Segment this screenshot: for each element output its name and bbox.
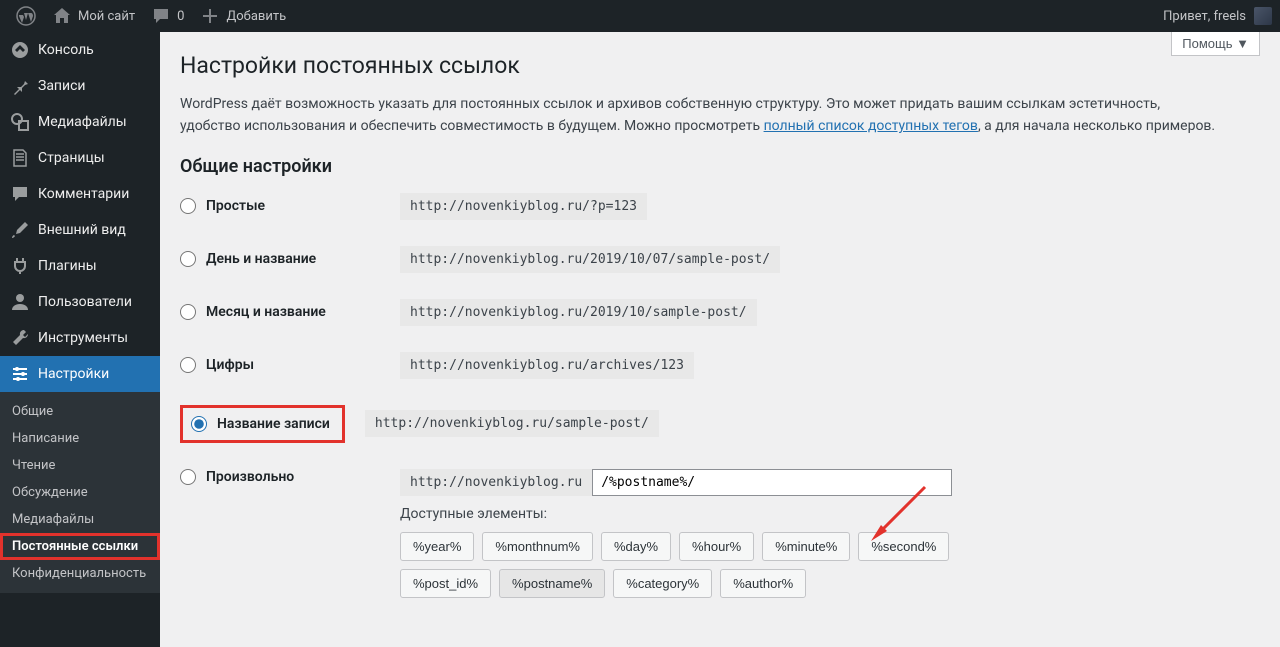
wordpress-icon [16, 6, 36, 26]
menu-users[interactable]: Пользователи [0, 284, 160, 320]
sample-postname: http://novenkiyblog.ru/sample-post/ [365, 410, 659, 437]
available-tags: %year% %monthnum% %day% %hour% %minute% … [400, 532, 1040, 598]
submenu-reading[interactable]: Чтение [0, 452, 160, 479]
option-month-name[interactable]: Месяц и название [180, 304, 380, 320]
greeting[interactable]: Привет, freels [1163, 9, 1246, 24]
sample-month-name: http://novenkiyblog.ru/2019/10/sample-po… [400, 299, 757, 326]
submenu-media[interactable]: Медиафайлы [0, 506, 160, 533]
radio-month-name[interactable] [180, 304, 196, 320]
home-icon [52, 6, 72, 26]
custom-structure-input[interactable] [592, 469, 952, 496]
tag-hour[interactable]: %hour% [679, 532, 754, 561]
submenu-privacy[interactable]: Конфиденциальность [0, 560, 160, 587]
submenu-writing[interactable]: Написание [0, 425, 160, 452]
option-postname[interactable]: Название записи [183, 416, 330, 432]
tag-year[interactable]: %year% [400, 532, 474, 561]
wp-logo[interactable] [8, 0, 44, 32]
radio-day-name[interactable] [180, 251, 196, 267]
menu-label: Внешний вид [38, 222, 126, 238]
radio-plain[interactable] [180, 198, 196, 214]
radio-custom[interactable] [180, 469, 196, 485]
tags-docs-link[interactable]: полный список доступных тегов [764, 118, 978, 134]
sample-plain: http://novenkiyblog.ru/?p=123 [400, 193, 647, 220]
comments-count: 0 [177, 9, 184, 24]
menu-label: Настройки [38, 366, 109, 382]
avatar[interactable] [1254, 7, 1272, 25]
menu-label: Записи [38, 78, 86, 94]
menu-dashboard[interactable]: Консоль [0, 32, 160, 68]
menu-label: Медиафайлы [38, 114, 127, 130]
menu-comments[interactable]: Комментарии [0, 176, 160, 212]
add-new-label: Добавить [226, 9, 286, 24]
submenu-discussion[interactable]: Обсуждение [0, 479, 160, 506]
site-name: Мой сайт [78, 9, 135, 24]
option-numeric[interactable]: Цифры [180, 357, 380, 373]
media-icon [10, 112, 30, 132]
plug-icon [10, 256, 30, 276]
tag-second[interactable]: %second% [858, 532, 949, 561]
comment-icon [151, 6, 171, 26]
brush-icon [10, 220, 30, 240]
menu-tools[interactable]: Инструменты [0, 320, 160, 356]
intro-text: WordPress даёт возможность указать для п… [180, 93, 1220, 138]
menu-label: Плагины [38, 258, 97, 274]
main-content: Помощь ▼ Настройки постоянных ссылок Wor… [160, 32, 1280, 647]
menu-settings[interactable]: Настройки [0, 356, 160, 392]
option-custom[interactable]: Произвольно [180, 469, 380, 485]
settings-submenu: Общие Написание Чтение Обсуждение Медиаф… [0, 392, 160, 593]
comments-link[interactable]: 0 [143, 0, 192, 32]
comment-icon [10, 184, 30, 204]
menu-plugins[interactable]: Плагины [0, 248, 160, 284]
wrench-icon [10, 328, 30, 348]
menu-appearance[interactable]: Внешний вид [0, 212, 160, 248]
custom-url-prefix: http://novenkiyblog.ru [400, 469, 592, 496]
user-icon [10, 292, 30, 312]
add-new-link[interactable]: Добавить [192, 0, 294, 32]
tags-label: Доступные элементы: [400, 506, 1040, 522]
page-title: Настройки постоянных ссылок [180, 52, 1260, 79]
menu-pages[interactable]: Страницы [0, 140, 160, 176]
option-plain[interactable]: Простые [180, 198, 380, 214]
sliders-icon [10, 364, 30, 384]
admin-bar: Мой сайт 0 Добавить Привет, freels [0, 0, 1280, 32]
pin-icon [10, 76, 30, 96]
sample-numeric: http://novenkiyblog.ru/archives/123 [400, 352, 694, 379]
submenu-general[interactable]: Общие [0, 398, 160, 425]
tag-category[interactable]: %category% [613, 569, 712, 598]
menu-label: Комментарии [38, 186, 129, 202]
tag-monthnum[interactable]: %monthnum% [482, 532, 593, 561]
tag-postid[interactable]: %post_id% [400, 569, 491, 598]
submenu-permalinks[interactable]: Постоянные ссылки [0, 533, 160, 560]
radio-numeric[interactable] [180, 357, 196, 373]
site-name-link[interactable]: Мой сайт [44, 0, 143, 32]
tag-minute[interactable]: %minute% [762, 532, 850, 561]
menu-posts[interactable]: Записи [0, 68, 160, 104]
admin-sidebar: Консоль Записи Медиафайлы Страницы Комме… [0, 32, 160, 647]
plus-icon [200, 6, 220, 26]
tag-postname[interactable]: %postname% [499, 569, 605, 598]
help-button[interactable]: Помощь ▼ [1171, 32, 1260, 56]
page-icon [10, 148, 30, 168]
sample-day-name: http://novenkiyblog.ru/2019/10/07/sample… [400, 246, 780, 273]
radio-postname[interactable] [191, 416, 207, 432]
menu-label: Пользователи [38, 294, 132, 310]
tag-day[interactable]: %day% [601, 532, 671, 561]
option-day-name[interactable]: День и название [180, 251, 380, 267]
menu-label: Консоль [38, 42, 94, 58]
dashboard-icon [10, 40, 30, 60]
menu-media[interactable]: Медиафайлы [0, 104, 160, 140]
menu-label: Инструменты [38, 330, 128, 346]
tag-author[interactable]: %author% [720, 569, 806, 598]
section-title: Общие настройки [180, 156, 1260, 177]
menu-label: Страницы [38, 150, 105, 166]
